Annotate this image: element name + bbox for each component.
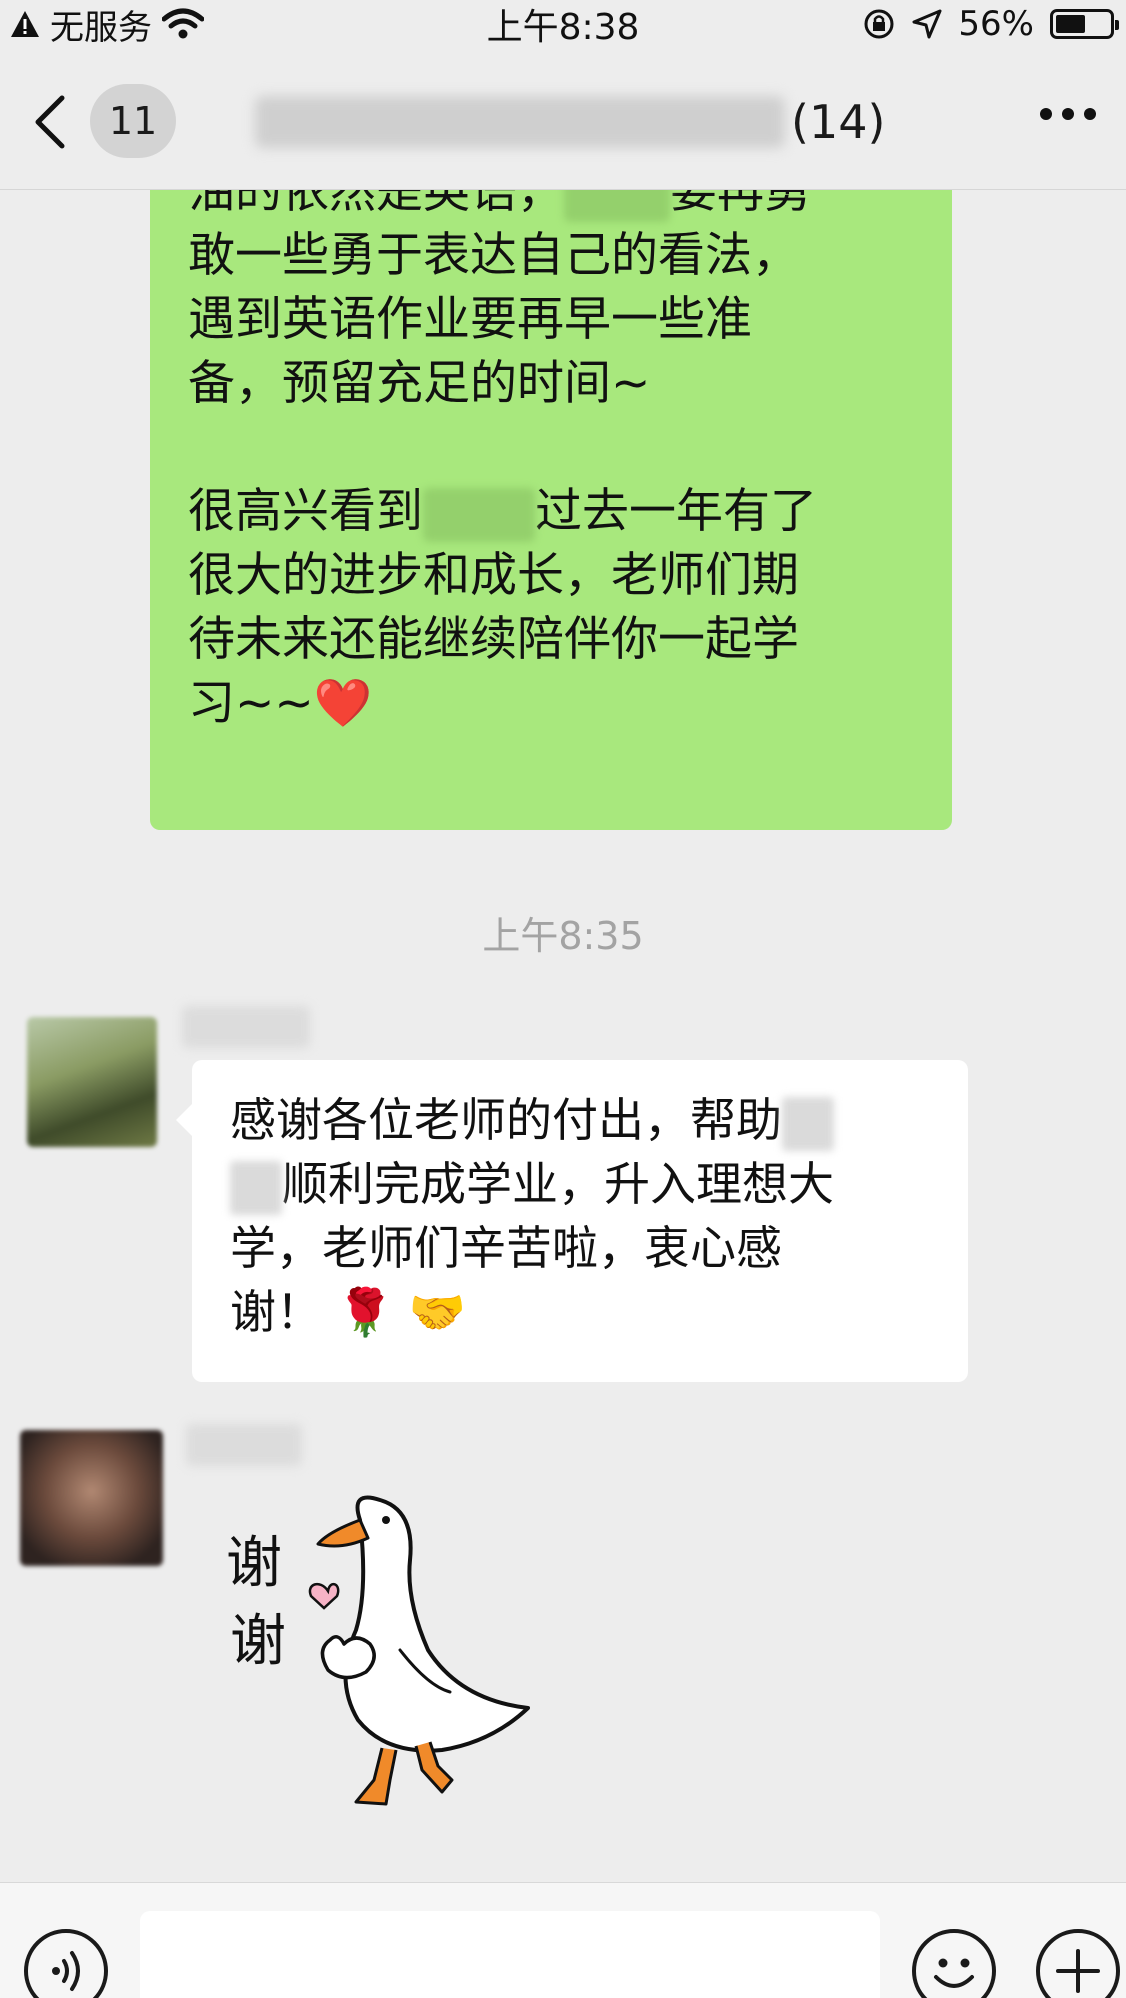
received-message-bubble[interactable]: 感谢各位老师的付出，帮助 顺利完成学业，升入理想大 学，老师们辛苦啦，衷心感 谢…: [176, 1060, 968, 1382]
avatar[interactable]: [20, 1430, 163, 1566]
member-count: (14): [791, 95, 886, 149]
message-line: 备，预留充足的时间~: [188, 356, 651, 411]
message-line: 习~~❤️: [188, 672, 908, 736]
chat-title[interactable]: (14): [255, 90, 885, 154]
back-chevron-icon: [35, 95, 65, 149]
emoji-button[interactable]: [912, 1929, 996, 1998]
redacted-sender-name: [186, 1424, 302, 1466]
voice-icon: [52, 1951, 80, 1991]
input-bar: [0, 1882, 1126, 1998]
unread-count-badge[interactable]: 11: [90, 84, 176, 158]
orientation-lock-icon: [864, 9, 894, 39]
goose-sticker[interactable]: 谢 谢: [210, 1480, 550, 1820]
message-line: 学，老师们辛苦啦，衷心感: [230, 1221, 782, 1275]
message-timestamp: 上午8:35: [482, 914, 644, 958]
message-line: 遇到英语作业要再早一些准: [188, 292, 752, 347]
battery-percent: 56%: [958, 4, 1034, 44]
clock-label: 上午8:38: [486, 7, 640, 48]
sent-message-text: 油的依然是英语， 要再勇 敢一些勇于表达自己的看法， 遇到英语作业要再早一些准 备…: [188, 160, 908, 736]
redacted-name: [230, 1160, 282, 1215]
message-line: 感谢各位老师的付出，帮助: [230, 1088, 950, 1152]
text-segment: 谢！: [230, 1285, 322, 1339]
unread-count: 11: [108, 99, 158, 143]
redacted-name: [423, 487, 535, 542]
voice-button[interactable]: [24, 1929, 108, 1998]
back-button[interactable]: [30, 92, 80, 152]
message-line: [188, 416, 908, 480]
avatar[interactable]: [27, 1017, 157, 1147]
received-message-text: 感谢各位老师的付出，帮助 顺利完成学业，升入理想大 学，老师们辛苦啦，衷心感 谢…: [230, 1088, 950, 1344]
battery-icon: [1050, 9, 1119, 39]
more-dots-icon: [1084, 108, 1096, 120]
more-functions-button[interactable]: [1036, 1929, 1120, 1998]
rose-handshake-emojis: 🌹 🤝: [336, 1285, 466, 1339]
redacted-group-name: [255, 96, 785, 148]
status-bar: 无服务 上午8:38 56%: [0, 0, 1126, 50]
heart-emoji: ❤️: [313, 676, 373, 731]
message-input[interactable]: [140, 1911, 880, 1998]
message-line: 顺利完成学业，升入理想大: [230, 1152, 950, 1216]
text-segment: 很高兴看到: [188, 484, 423, 539]
goose-illustration: [308, 1495, 530, 1806]
text-segment: 过去一年有了: [535, 484, 817, 539]
message-line: 谢！ 🌹 🤝: [230, 1280, 950, 1344]
message-line: 很大的进步和成长，老师们期: [188, 548, 799, 603]
battery-fill: [1056, 15, 1086, 33]
text-segment: 习~~: [188, 676, 314, 731]
status-right: 56%: [862, 2, 1119, 46]
more-button[interactable]: [1040, 108, 1096, 120]
chat-header: 11 (14): [0, 50, 1126, 190]
redacted-name: [782, 1096, 834, 1151]
more-dots-icon: [1040, 108, 1052, 120]
message-line: 敢一些勇于表达自己的看法，: [188, 228, 799, 283]
emoji-icon: [934, 1958, 974, 1988]
message-line: 待未来还能继续陪伴你一起学: [188, 612, 799, 667]
text-segment: 感谢各位老师的付出，帮助: [230, 1093, 782, 1147]
message-line: 很高兴看到 过去一年有了: [188, 480, 908, 544]
plus-icon: [1056, 1949, 1100, 1993]
more-dots-icon: [1062, 108, 1074, 120]
text-segment: 顺利完成学业，升入理想大: [282, 1157, 834, 1211]
redacted-sender-name: [182, 1006, 310, 1048]
location-icon: [912, 9, 942, 39]
